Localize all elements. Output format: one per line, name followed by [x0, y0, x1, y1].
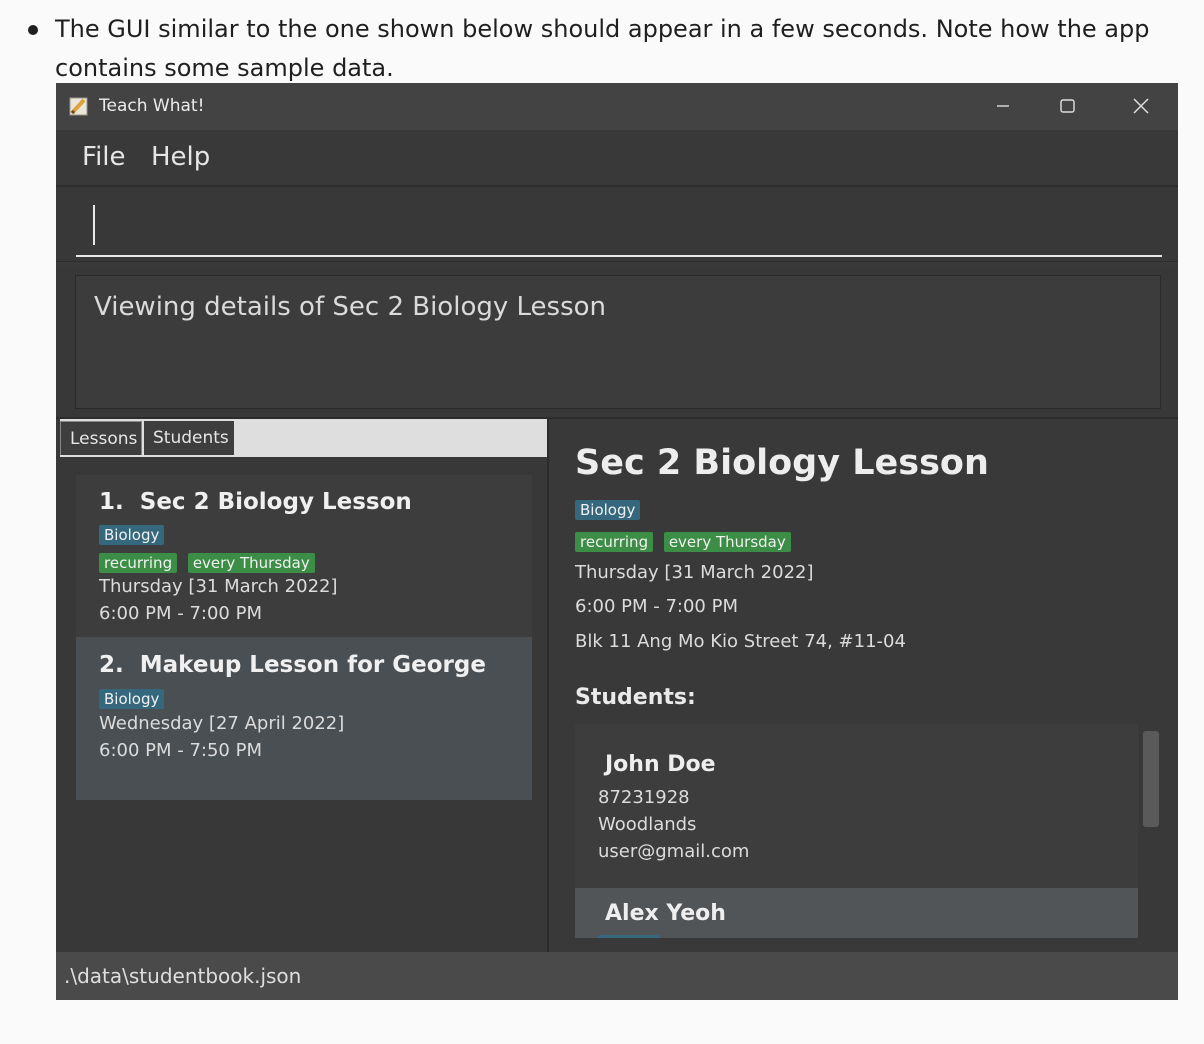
list-pane: Lessons Students 1. Sec 2 Biology Lesson… — [56, 419, 549, 952]
tab-students[interactable]: Students — [144, 421, 234, 455]
lesson-card-title: 1. Sec 2 Biology Lesson — [99, 489, 412, 515]
text-caret — [93, 205, 95, 245]
title-bar[interactable]: Teach What! — [56, 83, 1178, 130]
detail-title: Sec 2 Biology Lesson — [575, 443, 989, 483]
detail-address: Blk 11 Ang Mo Kio Street 74, #11-04 — [575, 631, 906, 652]
lesson-card[interactable]: 1. Sec 2 Biology Lesson Biology recurrin… — [76, 475, 532, 637]
app-window: Teach What! File Help Viewing details of… — [56, 83, 1178, 1000]
lesson-date: Wednesday [27 April 2022] — [99, 713, 345, 734]
menu-file[interactable]: File — [82, 142, 126, 172]
detail-time: 6:00 PM - 7:00 PM — [575, 596, 738, 617]
result-display: Viewing details of Sec 2 Biology Lesson — [75, 275, 1161, 409]
lesson-subject-row: Biology — [99, 524, 169, 545]
lesson-index: 1. — [99, 489, 124, 515]
student-name: Alex Yeoh — [605, 901, 726, 926]
lesson-subject-row: Biology — [99, 688, 169, 709]
menu-bar: File Help — [56, 130, 1178, 187]
tag-recurring: recurring — [99, 553, 178, 573]
close-icon — [1133, 98, 1149, 114]
notepad-pencil-icon — [69, 97, 88, 116]
student-tag-partial — [598, 935, 660, 938]
maximize-button[interactable] — [1054, 91, 1100, 121]
tab-lessons[interactable]: Lessons — [60, 421, 142, 455]
lesson-card-selected[interactable]: 2. Makeup Lesson for George Biology Wedn… — [76, 637, 532, 800]
lesson-time: 6:00 PM - 7:00 PM — [99, 603, 262, 624]
student-list[interactable]: John Doe 87231928 Woodlands user@gmail.c… — [575, 724, 1138, 938]
close-button[interactable] — [1117, 91, 1163, 121]
lesson-date: Thursday [31 March 2022] — [99, 576, 338, 597]
status-bar: .\data\studentbook.json — [56, 952, 1178, 1000]
detail-subject-row: Biology — [575, 499, 645, 520]
tag-day: every Thursday — [663, 532, 791, 552]
bullet-icon — [28, 25, 38, 35]
subject-tag: Biology — [99, 689, 165, 709]
lesson-tags-row: recurring every Thursday — [99, 552, 320, 573]
students-heading: Students: — [575, 685, 696, 710]
student-card[interactable]: Alex Yeoh — [575, 888, 1138, 938]
student-email: user@gmail.com — [598, 841, 750, 862]
subject-tag: Biology — [575, 500, 641, 520]
minimize-icon — [997, 105, 1009, 107]
command-box — [56, 187, 1178, 262]
save-file-path: .\data\studentbook.json — [64, 964, 302, 988]
detail-pane: Sec 2 Biology Lesson Biology recurring e… — [549, 419, 1178, 952]
lesson-name: Makeup Lesson for George — [139, 652, 486, 678]
student-address: Woodlands — [598, 814, 697, 835]
window-title: Teach What! — [99, 96, 205, 116]
bullet-text: The GUI similar to the one shown below s… — [55, 15, 1150, 82]
result-display-panel: Viewing details of Sec 2 Biology Lesson — [56, 265, 1178, 419]
detail-date: Thursday [31 March 2022] — [575, 562, 814, 583]
lesson-time: 6:00 PM - 7:50 PM — [99, 740, 262, 761]
subject-tag: Biology — [99, 525, 165, 545]
tag-recurring: recurring — [575, 532, 654, 552]
detail-tags-row: recurring every Thursday — [575, 531, 796, 552]
lesson-name: Sec 2 Biology Lesson — [139, 489, 412, 515]
minimize-button[interactable] — [981, 91, 1027, 121]
command-input[interactable] — [76, 187, 1162, 257]
doc-bullet-paragraph: The GUI similar to the one shown below s… — [28, 10, 1178, 88]
lesson-card-title: 2. Makeup Lesson for George — [99, 652, 486, 678]
student-phone: 87231928 — [598, 787, 690, 808]
scrollbar-thumb[interactable] — [1143, 731, 1159, 827]
scrollbar[interactable] — [1143, 726, 1159, 938]
result-text: Viewing details of Sec 2 Biology Lesson — [94, 292, 607, 322]
lesson-index: 2. — [99, 652, 124, 678]
tag-day: every Thursday — [187, 553, 315, 573]
menu-help[interactable]: Help — [151, 142, 210, 172]
student-name: John Doe — [605, 752, 716, 777]
maximize-icon — [1060, 99, 1075, 113]
tab-bar: Lessons Students — [60, 419, 547, 457]
student-card[interactable]: John Doe 87231928 Woodlands user@gmail.c… — [575, 724, 1138, 888]
